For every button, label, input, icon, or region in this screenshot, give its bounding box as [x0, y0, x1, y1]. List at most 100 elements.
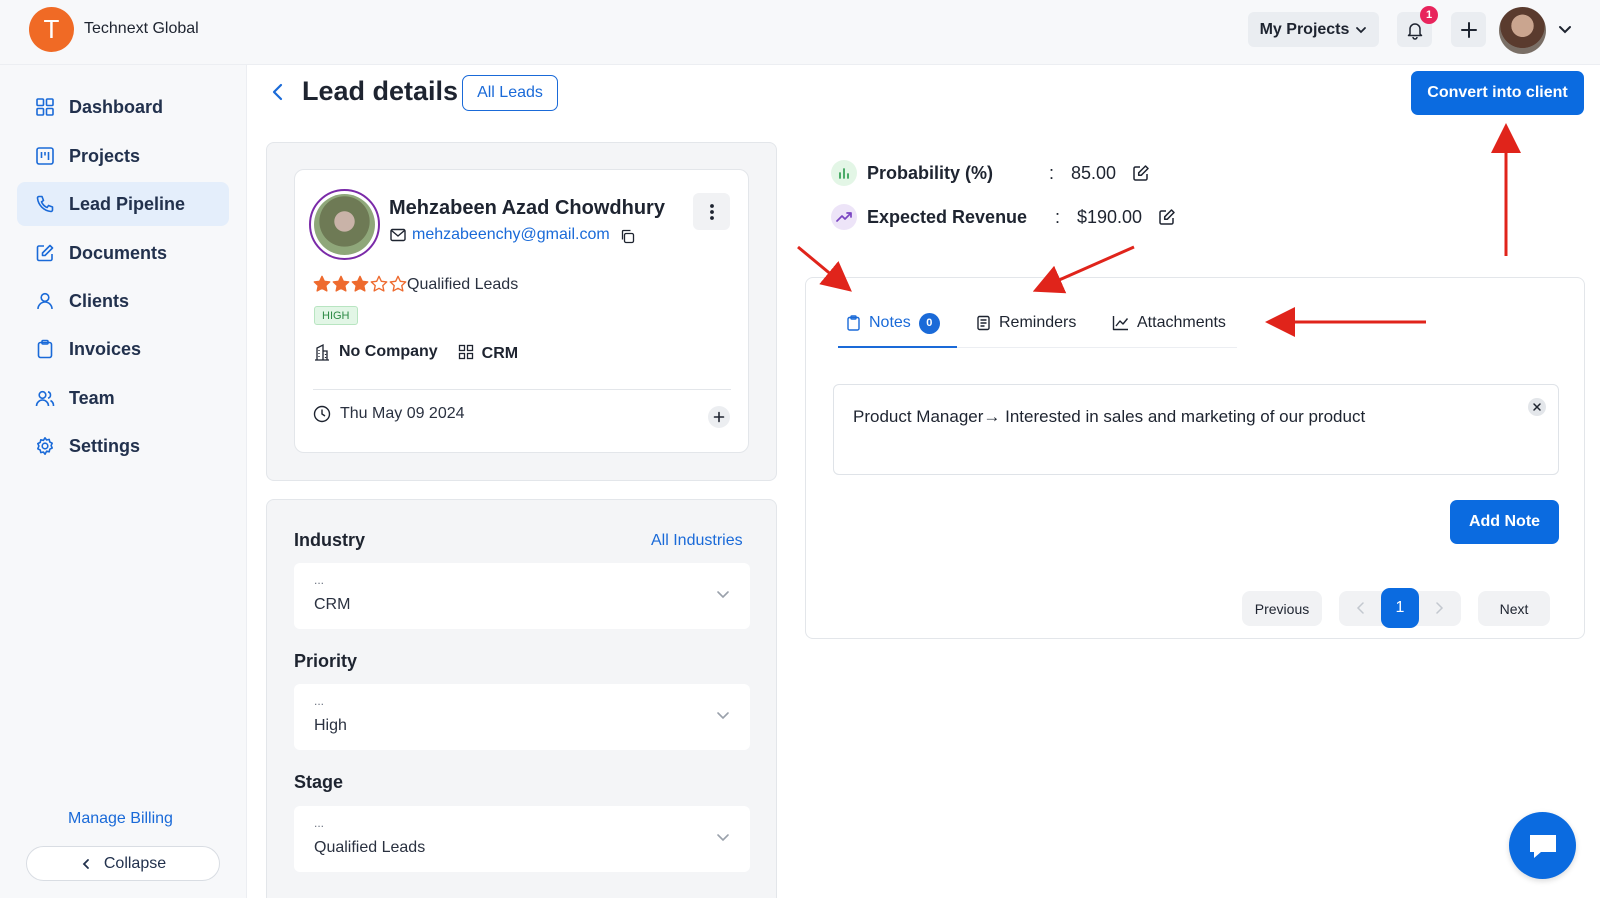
edit-icon[interactable] — [1132, 164, 1150, 182]
chevron-down-icon — [717, 712, 729, 720]
expected-revenue-row: Expected Revenue : $190.00 — [831, 204, 1176, 230]
sidebar-item-label: Team — [69, 387, 115, 408]
add-note-button[interactable]: Add Note — [1450, 500, 1559, 544]
bell-icon — [1407, 22, 1422, 40]
notes-panel: Notes 0 Reminders Attachments Product Ma… — [805, 277, 1585, 639]
kanban-icon — [36, 147, 54, 165]
stage-select[interactable]: ... Qualified Leads — [294, 806, 750, 872]
trending-up-icon — [831, 204, 857, 230]
kebab-menu-icon — [709, 203, 714, 220]
collapse-label: Collapse — [103, 854, 167, 872]
probability-value: 85.00 — [1071, 162, 1117, 183]
bar-chart-icon — [831, 160, 857, 186]
select-dots: ... — [314, 816, 325, 830]
sidebar-item-clients[interactable]: Clients — [17, 279, 229, 323]
star-filled-icon[interactable] — [351, 275, 369, 293]
expected-revenue-separator: : — [1055, 206, 1061, 227]
plus-icon — [1460, 21, 1477, 38]
next-page-button[interactable]: Next — [1478, 591, 1550, 626]
star-filled-icon[interactable] — [313, 275, 331, 293]
chevron-down-icon[interactable] — [1558, 22, 1572, 36]
star-filled-icon[interactable] — [332, 275, 350, 293]
chat-button[interactable] — [1509, 812, 1576, 879]
chevron-down-icon — [1356, 26, 1367, 33]
users-icon — [35, 390, 55, 407]
delete-note-button[interactable] — [1528, 398, 1546, 416]
my-projects-dropdown[interactable]: My Projects — [1248, 12, 1379, 47]
add-date-button[interactable] — [708, 406, 730, 428]
lead-avatar — [309, 189, 380, 260]
company-row: No Company CRM — [313, 341, 518, 363]
lead-card: Mehzabeen Azad Chowdhury mehzabeenchy@gm… — [294, 169, 749, 453]
sidebar-item-documents[interactable]: Documents — [17, 231, 229, 275]
star-empty-icon[interactable] — [370, 275, 388, 293]
expected-revenue-value: $190.00 — [1077, 206, 1143, 227]
company-name: No Company — [339, 343, 438, 360]
more-options-button[interactable] — [693, 193, 730, 230]
building-icon — [315, 343, 329, 361]
copy-icon[interactable] — [620, 229, 635, 244]
sidebar-item-settings[interactable]: Settings — [17, 424, 229, 468]
mail-icon — [390, 228, 406, 241]
chevron-down-icon — [717, 834, 729, 842]
rating-stars[interactable] — [313, 275, 407, 293]
select-dots: ... — [314, 694, 325, 708]
user-avatar[interactable] — [1499, 7, 1546, 54]
convert-into-client-button[interactable]: Convert into client — [1411, 71, 1584, 115]
industry-select[interactable]: ... CRM — [294, 563, 750, 629]
page-1-button[interactable]: 1 — [1381, 588, 1419, 628]
star-empty-icon[interactable] — [389, 275, 407, 293]
note-item[interactable]: Product Manager→ Interested in sales and… — [833, 384, 1559, 475]
add-button[interactable] — [1451, 12, 1486, 47]
page-number-group: 1 — [1339, 588, 1461, 628]
plus-icon — [713, 411, 725, 423]
manage-billing-link[interactable]: Manage Billing — [68, 810, 173, 828]
notification-count-badge: 1 — [1420, 6, 1438, 24]
grid-icon — [36, 98, 54, 116]
back-arrow-icon[interactable] — [270, 82, 286, 102]
industry-label: Industry — [294, 530, 366, 550]
edit-icon[interactable] — [1158, 208, 1176, 226]
brand-logo[interactable]: T — [29, 7, 74, 52]
top-bar: T Technext Global My Projects 1 — [0, 0, 1600, 65]
sidebar-item-projects[interactable]: Projects — [17, 134, 229, 178]
lead-email[interactable]: mehzabeenchy@gmail.com — [412, 226, 610, 244]
industry-value: CRM — [314, 596, 351, 613]
lead-stage: Qualified Leads — [407, 276, 519, 293]
edit-icon — [36, 244, 54, 262]
chevron-left-icon — [82, 858, 89, 869]
all-industries-link[interactable]: All Industries — [651, 532, 743, 550]
sidebar-item-label: Dashboard — [69, 96, 164, 117]
sidebar-item-label: Documents — [69, 242, 168, 263]
collapse-button[interactable]: Collapse — [26, 846, 220, 881]
sidebar-item-invoices[interactable]: Invoices — [17, 327, 229, 371]
brand-logo-letter: T — [43, 14, 60, 44]
chevron-right-icon[interactable] — [1434, 602, 1444, 614]
tab-label: Notes — [869, 314, 911, 331]
lead-email-row: mehzabeenchy@gmail.com — [390, 225, 635, 244]
previous-page-button[interactable]: Previous — [1242, 591, 1322, 626]
sidebar-item-lead-pipeline[interactable]: Lead Pipeline — [17, 182, 229, 226]
gear-icon — [37, 437, 53, 455]
sidebar-item-label: Clients — [69, 290, 130, 311]
tab-reminders[interactable]: Reminders — [976, 300, 1076, 346]
sidebar-item-team[interactable]: Team — [17, 376, 229, 420]
lead-name: Mehzabeen Azad Chowdhury — [389, 197, 665, 219]
tab-attachments[interactable]: Attachments — [1112, 300, 1226, 346]
select-dots: ... — [314, 573, 325, 587]
grid-icon — [458, 344, 473, 360]
clipboard-icon — [37, 339, 53, 359]
clock-icon — [313, 405, 331, 423]
tab-label: Reminders — [999, 314, 1077, 331]
chart-line-icon — [1112, 316, 1129, 331]
document-icon — [977, 315, 990, 331]
expected-revenue-label: Expected Revenue — [867, 206, 1028, 227]
chevron-left-icon[interactable] — [1356, 602, 1366, 614]
priority-select[interactable]: ... High — [294, 684, 750, 750]
probability-separator: : — [1049, 162, 1055, 183]
all-leads-button[interactable]: All Leads — [462, 75, 558, 111]
tab-notes[interactable]: Notes 0 — [846, 300, 940, 346]
priority-label: Priority — [294, 651, 358, 671]
sidebar-item-dashboard[interactable]: Dashboard — [17, 85, 229, 129]
chevron-down-icon — [717, 591, 729, 599]
